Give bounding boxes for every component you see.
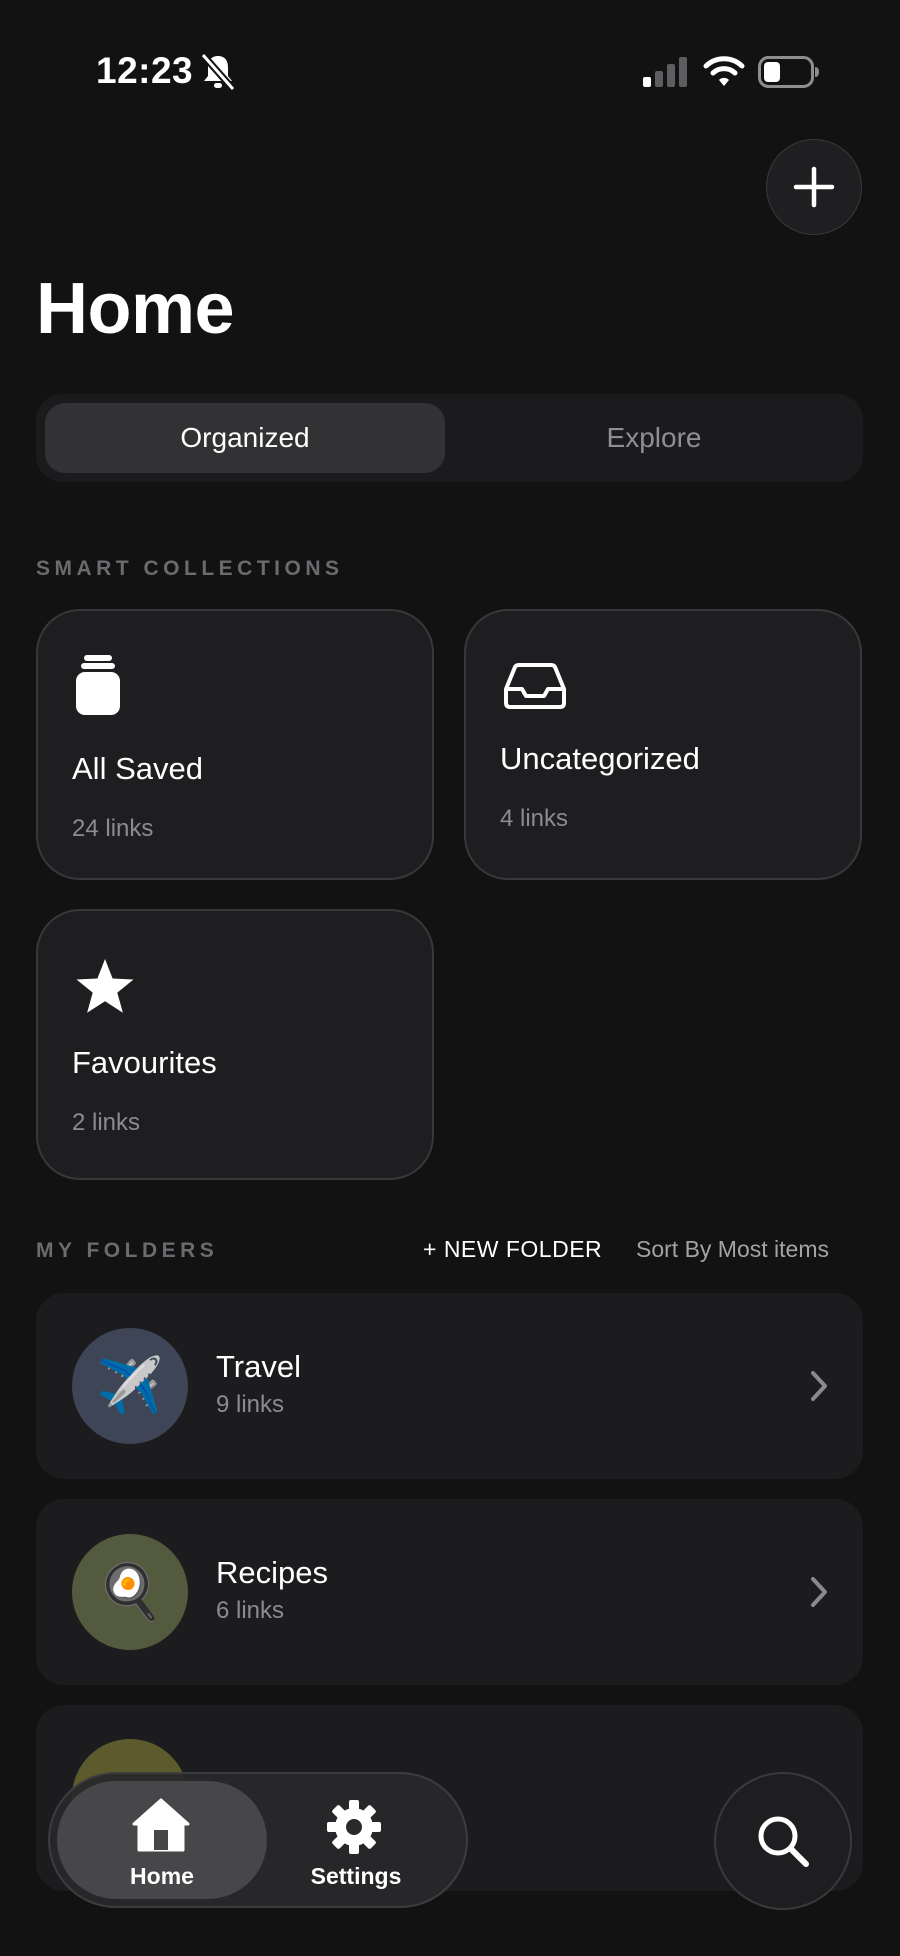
wifi-icon bbox=[703, 56, 745, 86]
search-button[interactable] bbox=[714, 1772, 852, 1910]
status-time: 12:23 bbox=[96, 50, 194, 91]
frying-pan-icon: 🍳 bbox=[96, 1561, 164, 1622]
folder-avatar: 🍳 bbox=[72, 1534, 188, 1650]
tab-bar: Home Settings bbox=[48, 1772, 468, 1908]
folder-avatar: ✈️ bbox=[72, 1328, 188, 1444]
collection-title: All Saved bbox=[72, 751, 203, 786]
sort-button[interactable]: Sort By Most items bbox=[636, 1236, 829, 1263]
collection-count: 4 links bbox=[500, 805, 569, 832]
battery-icon bbox=[758, 56, 819, 88]
new-folder-button[interactable]: + NEW FOLDER bbox=[423, 1236, 602, 1263]
collection-title: Favourites bbox=[72, 1045, 217, 1080]
chevron-right-icon bbox=[811, 1371, 827, 1401]
star-icon bbox=[76, 959, 134, 1013]
folder-count: 6 links bbox=[216, 1597, 285, 1624]
inbox-tray-icon bbox=[504, 663, 566, 709]
my-folders-heading: MY FOLDERS bbox=[36, 1239, 219, 1262]
tab-organized[interactable]: Organized bbox=[45, 403, 445, 473]
signal-icon bbox=[643, 57, 687, 87]
add-button[interactable] bbox=[766, 139, 862, 235]
smart-collections-heading: SMART COLLECTIONS bbox=[36, 557, 344, 580]
airplane-icon: ✈️ bbox=[96, 1355, 164, 1416]
folder-name: Travel bbox=[216, 1349, 301, 1384]
collection-count: 24 links bbox=[72, 815, 154, 842]
chevron-right-icon bbox=[811, 1577, 827, 1607]
tab-home[interactable]: Home bbox=[57, 1781, 267, 1899]
collection-card-favourites[interactable]: Favourites 2 links bbox=[36, 909, 434, 1180]
folder-name: Recipes bbox=[216, 1555, 328, 1590]
folder-row-recipes[interactable]: 🍳 Recipes 6 links bbox=[36, 1499, 863, 1685]
collection-card-uncategorized[interactable]: Uncategorized 4 links bbox=[464, 609, 862, 880]
gear-icon bbox=[327, 1800, 381, 1854]
magnifying-glass-icon bbox=[758, 1816, 809, 1867]
tab-settings-label[interactable]: Settings bbox=[276, 1863, 436, 1890]
collection-card-all-saved[interactable]: All Saved 24 links bbox=[36, 609, 434, 880]
page-title: Home bbox=[36, 269, 235, 349]
bell-slash-icon bbox=[200, 52, 236, 92]
house-icon bbox=[132, 1798, 190, 1852]
tab-home-label: Home bbox=[130, 1863, 194, 1889]
view-segmented-control: Organized Explore bbox=[36, 394, 863, 482]
plus-icon bbox=[793, 166, 835, 208]
folder-count: 9 links bbox=[216, 1391, 285, 1418]
collection-count: 2 links bbox=[72, 1109, 141, 1136]
jar-icon bbox=[76, 655, 120, 715]
folder-row-travel[interactable]: ✈️ Travel 9 links bbox=[36, 1293, 863, 1479]
tab-explore[interactable]: Explore bbox=[454, 403, 854, 473]
collection-title: Uncategorized bbox=[500, 741, 700, 776]
